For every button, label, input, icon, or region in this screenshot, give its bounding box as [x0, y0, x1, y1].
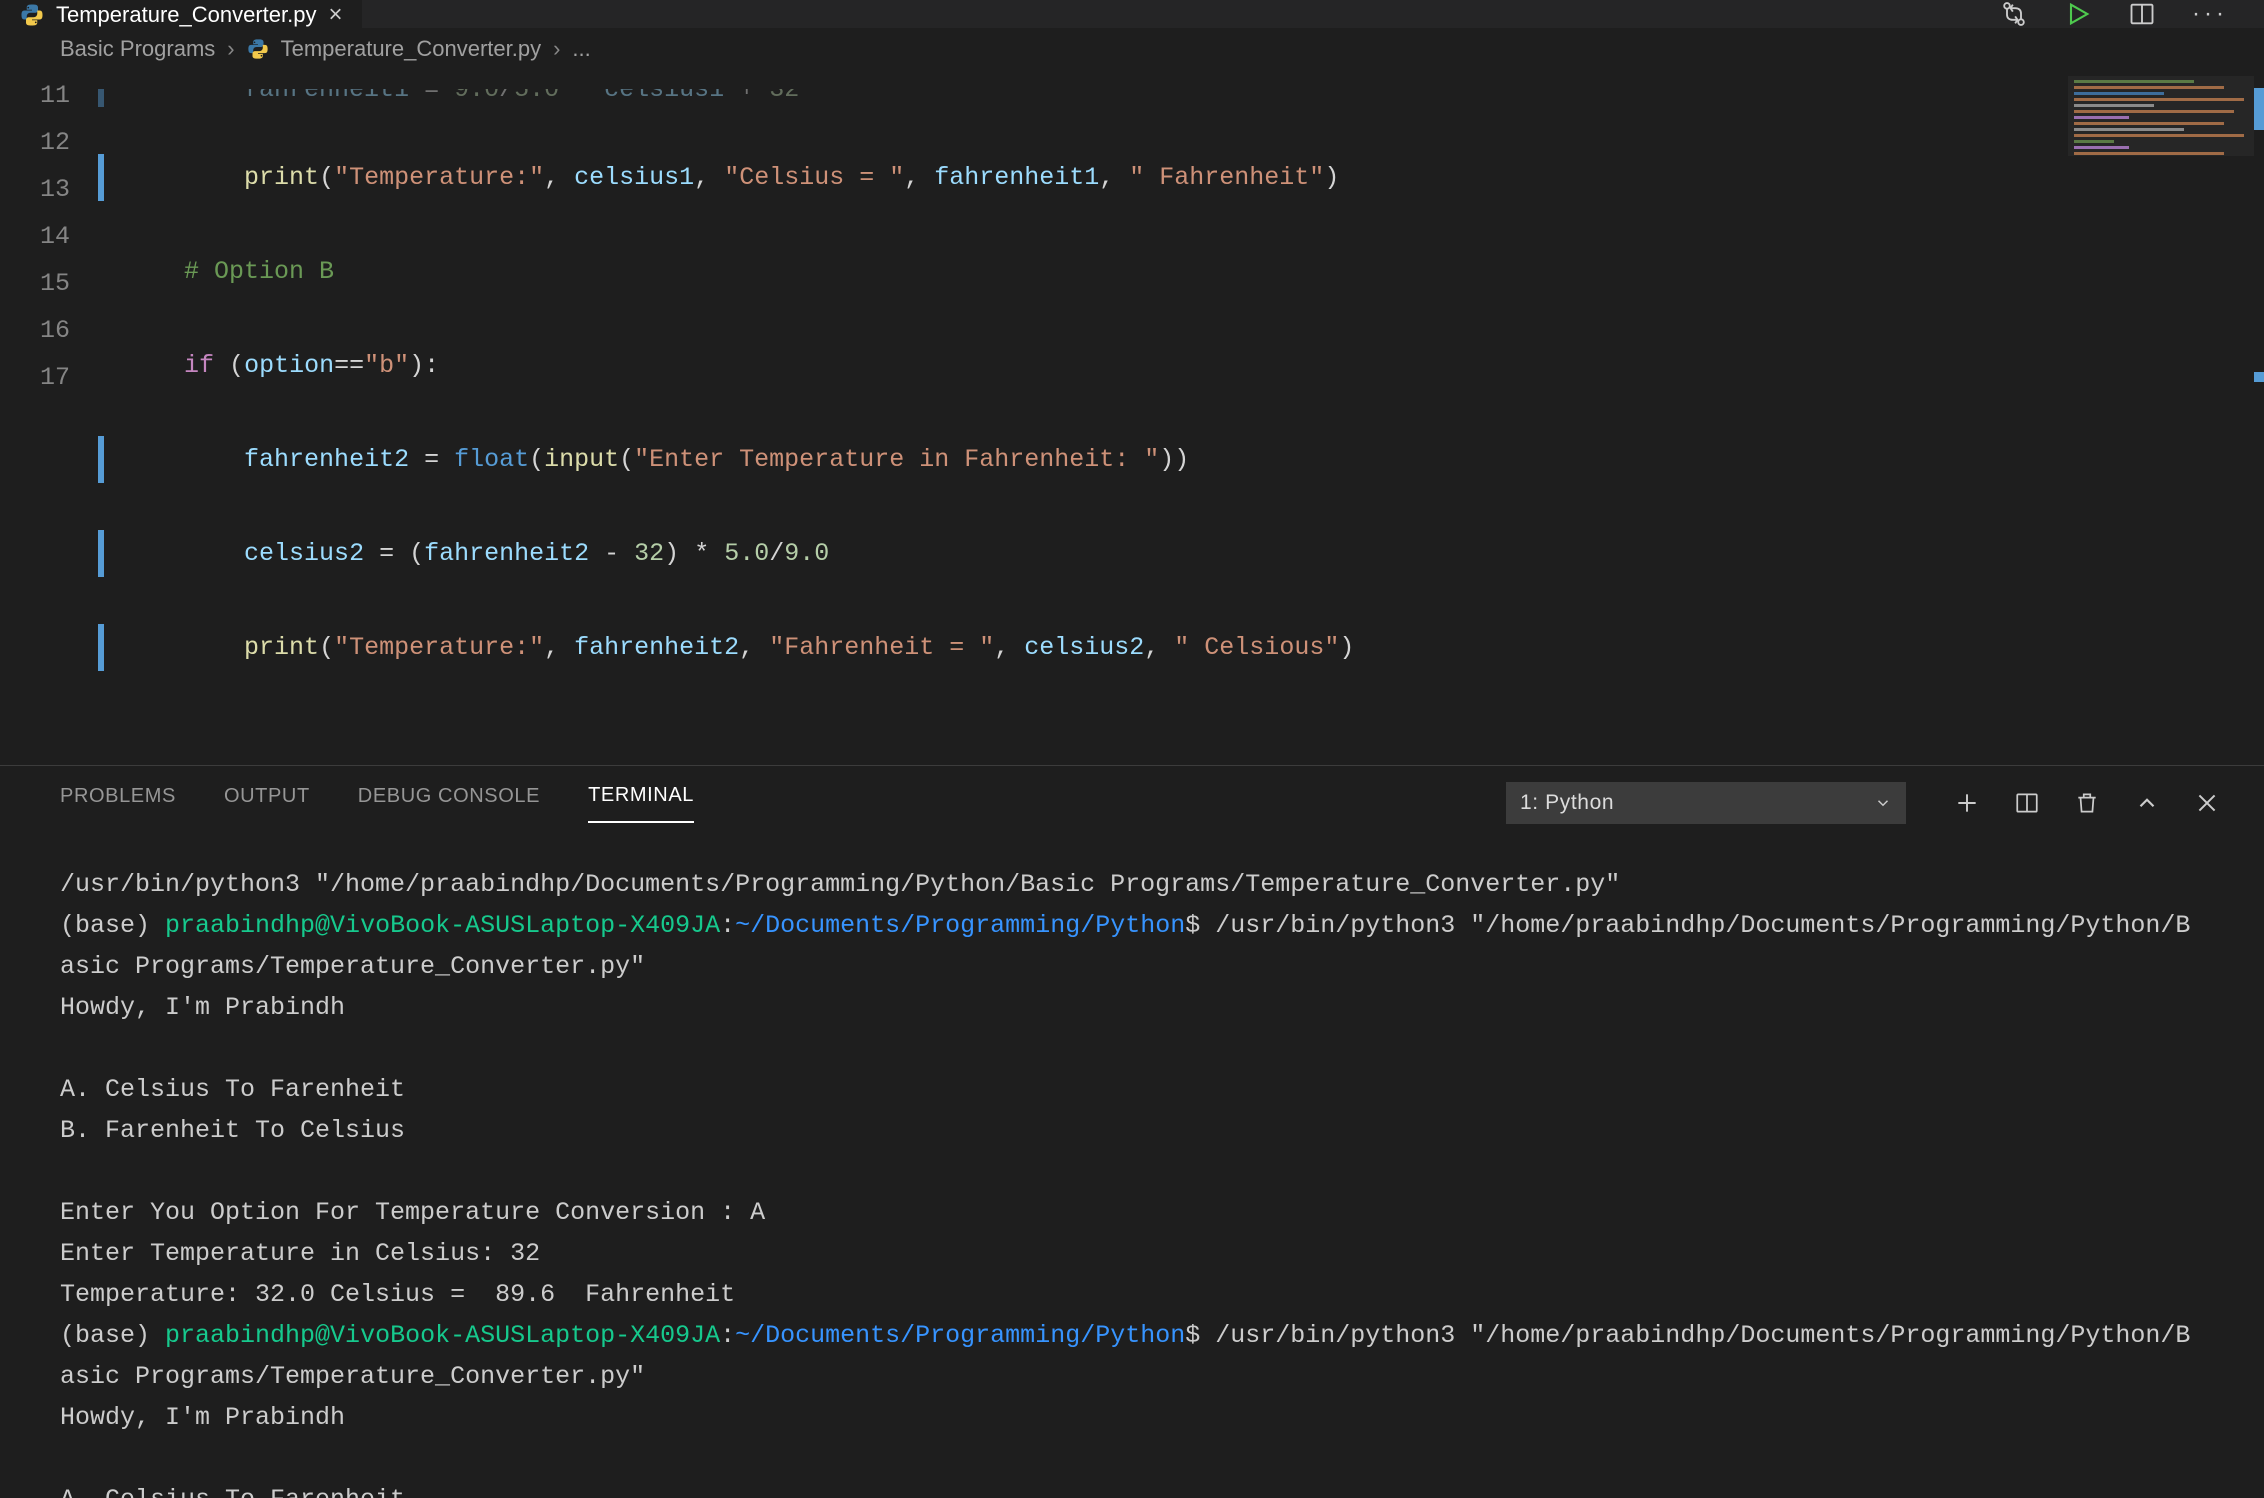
- more-actions-icon[interactable]: ···: [2192, 0, 2228, 28]
- new-terminal-icon[interactable]: [1954, 790, 1980, 816]
- editor-tab[interactable]: Temperature_Converter.py ×: [0, 0, 362, 28]
- code-area[interactable]: fahrenheit1 = 9.0/5.0 * celsius1 + 32 pr…: [98, 72, 1354, 765]
- breadcrumb[interactable]: Basic Programs › Temperature_Converter.p…: [0, 28, 2264, 72]
- close-icon[interactable]: ×: [328, 3, 342, 27]
- terminal-selector-label: 1: Python: [1520, 791, 1614, 815]
- split-terminal-icon[interactable]: [2014, 790, 2040, 816]
- chevron-down-icon: [1874, 794, 1892, 812]
- python-icon: [20, 3, 44, 27]
- run-icon[interactable]: [2064, 0, 2092, 28]
- terminal-selector[interactable]: 1: Python: [1506, 782, 1906, 824]
- panel-tabs: PROBLEMS OUTPUT DEBUG CONSOLE TERMINAL 1…: [0, 766, 2264, 824]
- tab-terminal[interactable]: TERMINAL: [588, 784, 694, 823]
- breadcrumb-folder[interactable]: Basic Programs: [60, 36, 215, 62]
- overview-ruler[interactable]: [2254, 72, 2264, 382]
- split-editor-icon[interactable]: [2128, 0, 2156, 28]
- panel: PROBLEMS OUTPUT DEBUG CONSOLE TERMINAL 1…: [0, 765, 2264, 1498]
- compare-changes-icon[interactable]: [2000, 0, 2028, 28]
- editor[interactable]: 11 12 13 14 15 16 17 fahrenheit1 = 9.0/5…: [0, 72, 2264, 765]
- chevron-right-icon: ›: [553, 36, 560, 62]
- line-numbers: 11 12 13 14 15 16 17: [0, 72, 98, 765]
- tab-debug-console[interactable]: DEBUG CONSOLE: [358, 785, 540, 822]
- breadcrumb-file[interactable]: Temperature_Converter.py: [281, 36, 541, 62]
- python-icon: [247, 38, 269, 60]
- tab-output[interactable]: OUTPUT: [224, 785, 310, 822]
- breadcrumb-symbol[interactable]: ...: [572, 36, 590, 62]
- chevron-up-icon[interactable]: [2134, 790, 2160, 816]
- minimap[interactable]: [2064, 72, 2264, 372]
- tab-problems[interactable]: PROBLEMS: [60, 785, 176, 822]
- tab-title: Temperature_Converter.py: [56, 2, 316, 28]
- editor-actions: ···: [2000, 0, 2264, 28]
- close-panel-icon[interactable]: [2194, 790, 2220, 816]
- tab-bar: Temperature_Converter.py × ···: [0, 0, 2264, 28]
- trash-icon[interactable]: [2074, 790, 2100, 816]
- terminal[interactable]: /usr/bin/python3 "/home/praabindhp/Docum…: [0, 824, 2264, 1498]
- chevron-right-icon: ›: [227, 36, 234, 62]
